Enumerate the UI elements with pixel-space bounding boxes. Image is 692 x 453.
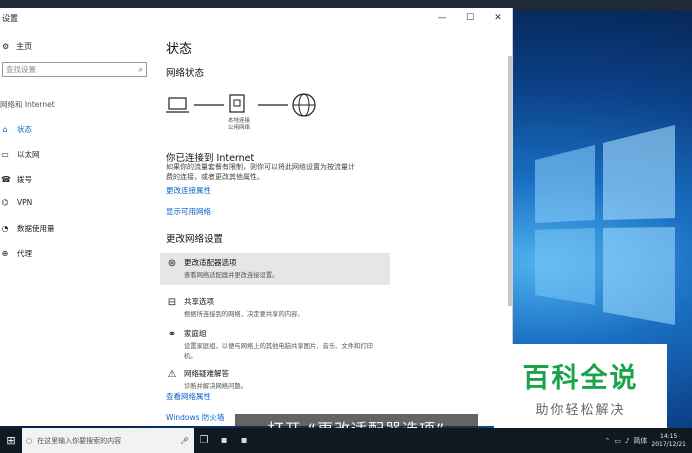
homegroup-option[interactable]: ⚭ 家庭组 设置家庭组，以便与网络上的其他电脑共享图片、音乐、文件和打印 机。 (160, 324, 390, 362)
taskbar-search-input[interactable]: ○ 在这里输入你要搜索的内容 🎤︎ (22, 428, 194, 453)
show-available-networks-link[interactable]: 显示可用网络 (166, 206, 211, 217)
search-placeholder: 查找设置 (6, 65, 36, 74)
windows-firewall-link[interactable]: Windows 防火墙 (166, 412, 224, 423)
sidebar-item-label: 以太网 (17, 150, 40, 159)
watermark-subtitle: 助你轻松解决 (535, 403, 626, 418)
view-network-properties-link[interactable]: 查看网络属性 (166, 391, 211, 402)
sidebar-item-data-usage[interactable]: ◔ 数据使用量 (1, 223, 55, 234)
watermark: 百科全说 助你轻松解决 (494, 344, 667, 428)
title-bar: 设置 — ☐ ✕ (0, 8, 512, 28)
option-desc: 设置家庭组，以便与网络上的其他电脑共享图片、音乐、文件和打印 (184, 343, 373, 350)
data-usage-icon: ◔ (1, 224, 9, 233)
minimize-button[interactable]: — (428, 13, 456, 23)
option-desc: 查看网络适配器并更改连接设置。 (184, 272, 279, 279)
sidebar-item-label: VPN (17, 198, 33, 207)
network-diagram (166, 93, 316, 117)
sidebar-item-dialup[interactable]: ☎ 拨号 (1, 174, 32, 185)
sidebar-item-label: 拨号 (17, 175, 32, 184)
sidebar-item-label: 数据使用量 (17, 224, 55, 233)
connected-description: 如果你的流量套餐有限制，则你可以将此网络设置为按流量计 费的连接，或者更改其他属… (166, 162, 355, 182)
option-title: 更改适配器选项 (184, 258, 237, 267)
change-adapter-options[interactable]: ⊛ 更改适配器选项 查看网络适配器并更改连接设置。 (160, 253, 390, 285)
page-title: 状态 (166, 42, 193, 57)
volume-icon[interactable]: ♪ (625, 437, 629, 445)
sidebar-section-title: 网络和 Internet (0, 100, 55, 109)
network-tray-icon[interactable]: ▭ (614, 437, 621, 445)
clock[interactable]: 14:15 2017/12/21 (651, 433, 686, 449)
sidebar-home[interactable]: ⚙ 主页 (2, 41, 32, 52)
window-title: 设置 (2, 13, 18, 23)
sharing-options[interactable]: ⊟ 共享选项 根据所连接到的网络，决定要共享的内容。 (160, 292, 390, 324)
sidebar-item-proxy[interactable]: ⊕ 代理 (1, 248, 32, 259)
adapter-icon: ⊛ (167, 258, 177, 269)
microphone-icon: 🎤︎ (180, 436, 189, 445)
gear-icon: ⚙ (2, 42, 10, 51)
homegroup-icon: ⚭ (167, 329, 177, 340)
close-button[interactable]: ✕ (484, 13, 512, 23)
start-button[interactable]: ⊞ (0, 428, 22, 453)
taskbar: ⊞ ○ 在这里输入你要搜索的内容 🎤︎ ❐ ▪ ▪ ⌃ ▭ ♪ 简体 14:15… (0, 428, 692, 453)
search-ring-icon: ○ (26, 436, 33, 445)
adapter-label-line2: 公用网络 (228, 125, 251, 131)
proxy-globe-icon: ⊕ (1, 249, 9, 258)
task-view-icon[interactable]: ❐ (194, 428, 214, 453)
warning-icon: ⚠ (167, 369, 177, 380)
clock-date: 2017/12/21 (651, 440, 686, 448)
internet-globe-icon (292, 93, 316, 117)
home-globe-icon: ⌂ (2, 125, 8, 134)
watermark-title: 百科全说 (522, 363, 639, 394)
sidebar-item-ethernet[interactable]: ▭ 以太网 (1, 149, 40, 160)
tray-chevron-icon[interactable]: ⌃ (604, 437, 610, 445)
language-indicator[interactable]: 简体 (633, 436, 647, 446)
sharing-icon: ⊟ (167, 297, 177, 308)
app-icon[interactable]: ▪ (214, 428, 234, 453)
ethernet-icon: ▭ (1, 150, 9, 159)
option-title: 网络疑难解答 (184, 369, 229, 378)
settings-search-input[interactable]: 查找设置 ⌕ (2, 62, 147, 77)
sidebar-item-label: 代理 (17, 249, 32, 258)
sidebar-item-label: 状态 (17, 125, 32, 134)
option-title: 共享选项 (184, 297, 214, 306)
app-icon[interactable]: ▪ (234, 428, 254, 453)
sidebar-item-vpn[interactable]: ⌬ VPN (1, 198, 33, 207)
connected-desc-line1: 如果你的流量套餐有限制，则你可以将此网络设置为按流量计 (166, 163, 355, 171)
option-desc: 诊断并解决网络问题。 (184, 383, 247, 390)
computer-icon (166, 97, 189, 113)
change-network-settings-heading: 更改网络设置 (166, 234, 224, 245)
network-status-heading: 网络状态 (166, 68, 205, 79)
option-desc: 根据所连接到的网络，决定要共享的内容。 (184, 311, 304, 318)
adapter-label: 本地连接 公用网络 (228, 118, 250, 132)
vpn-icon: ⌬ (1, 198, 9, 207)
taskbar-search-placeholder: 在这里输入你要搜索的内容 (37, 436, 122, 445)
sidebar: ⚙ 主页 查找设置 ⌕ 网络和 Internet ⌂ 状态 ▭ 以太网 ☎ 拨号… (0, 28, 160, 426)
connected-desc-line2: 费的连接，或者更改其他属性。 (166, 173, 264, 181)
option-title: 家庭组 (184, 329, 207, 338)
settings-window: 设置 — ☐ ✕ ⚙ 主页 查找设置 ⌕ 网络和 Internet ⌂ 状态 ▭… (0, 8, 513, 426)
dialup-icon: ☎ (1, 175, 11, 184)
sidebar-item-status[interactable]: ⌂ 状态 (1, 124, 32, 135)
ethernet-adapter-icon (229, 94, 245, 113)
clock-time: 14:15 (660, 432, 678, 440)
adapter-label-line1: 本地连接 (228, 118, 251, 124)
sidebar-home-label: 主页 (16, 42, 33, 51)
system-tray: ⌃ ▭ ♪ 简体 14:15 2017/12/21 (604, 433, 692, 449)
scrollbar[interactable] (508, 56, 512, 306)
windows-logo-wallpaper (535, 125, 675, 325)
change-connection-properties-link[interactable]: 更改连接属性 (166, 185, 211, 196)
search-icon: ⌕ (138, 64, 143, 74)
option-desc-cont: 机。 (184, 353, 197, 360)
maximize-button[interactable]: ☐ (456, 13, 484, 23)
